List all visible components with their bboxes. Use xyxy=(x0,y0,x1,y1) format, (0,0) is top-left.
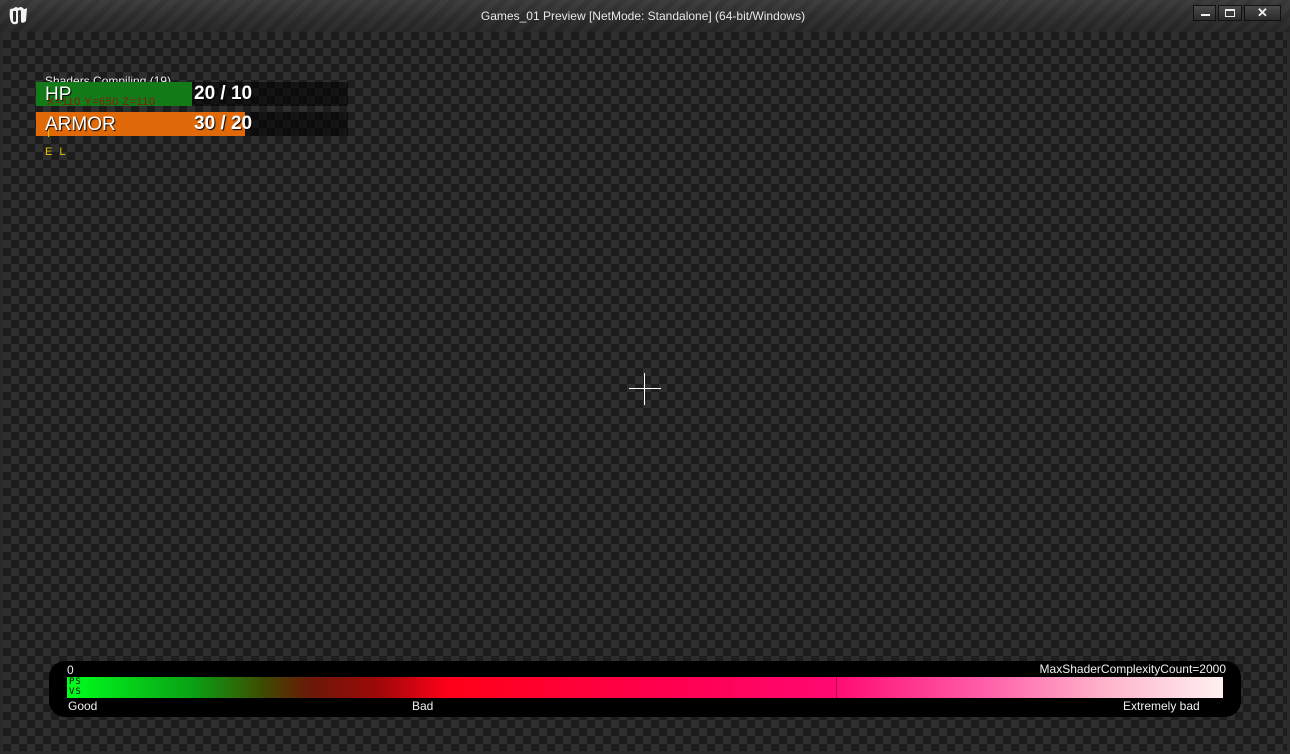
complexity-min-label: 0 xyxy=(67,663,74,677)
hp-value: 20 / 10 xyxy=(194,83,253,104)
crosshair-horizontal xyxy=(629,388,661,389)
maximize-button[interactable] xyxy=(1218,5,1242,21)
window-title: Games_01 Preview [NetMode: Standalone] (… xyxy=(480,9,806,23)
crosshair-vertical xyxy=(644,373,645,405)
crosshair-icon xyxy=(629,373,661,405)
close-button[interactable]: ✕ xyxy=(1244,5,1281,21)
game-preview-window: Games_01 Preview [NetMode: Standalone] (… xyxy=(0,0,1290,754)
game-viewport[interactable]: Shaders Compiling (19) HP 20 / 10 X=110 … xyxy=(3,32,1287,751)
complexity-good-label: Good xyxy=(68,699,98,713)
maximize-icon xyxy=(1225,9,1235,17)
minimize-icon xyxy=(1201,14,1210,16)
complexity-max-label: MaxShaderComplexityCount=2000 xyxy=(1039,662,1226,676)
pixel-shader-label: PS xyxy=(69,677,82,687)
vertex-shader-label: VS xyxy=(69,687,82,697)
shader-complexity-legend: 0 MaxShaderComplexityCount=2000 PS VS Go… xyxy=(49,661,1241,717)
title-bar[interactable]: Games_01 Preview [NetMode: Standalone] (… xyxy=(0,0,1290,32)
debug-text-line-2: E L xyxy=(45,146,68,158)
complexity-gradient-bar xyxy=(67,677,1223,698)
minimize-button[interactable] xyxy=(1193,5,1216,21)
complexity-extremely-bad-label: Extremely bad xyxy=(1123,699,1200,713)
debug-location-text: X=110 Y=650 Z=110 xyxy=(47,96,156,108)
complexity-gradient-divider xyxy=(836,677,837,698)
armor-label: ARMOR xyxy=(45,114,116,135)
debug-text-line-1: I xyxy=(47,128,51,140)
close-icon: ✕ xyxy=(1257,5,1268,20)
complexity-bad-label: Bad xyxy=(412,699,434,713)
armor-bar: ARMOR 30 / 20 xyxy=(36,112,348,136)
armor-value: 30 / 20 xyxy=(194,113,253,134)
